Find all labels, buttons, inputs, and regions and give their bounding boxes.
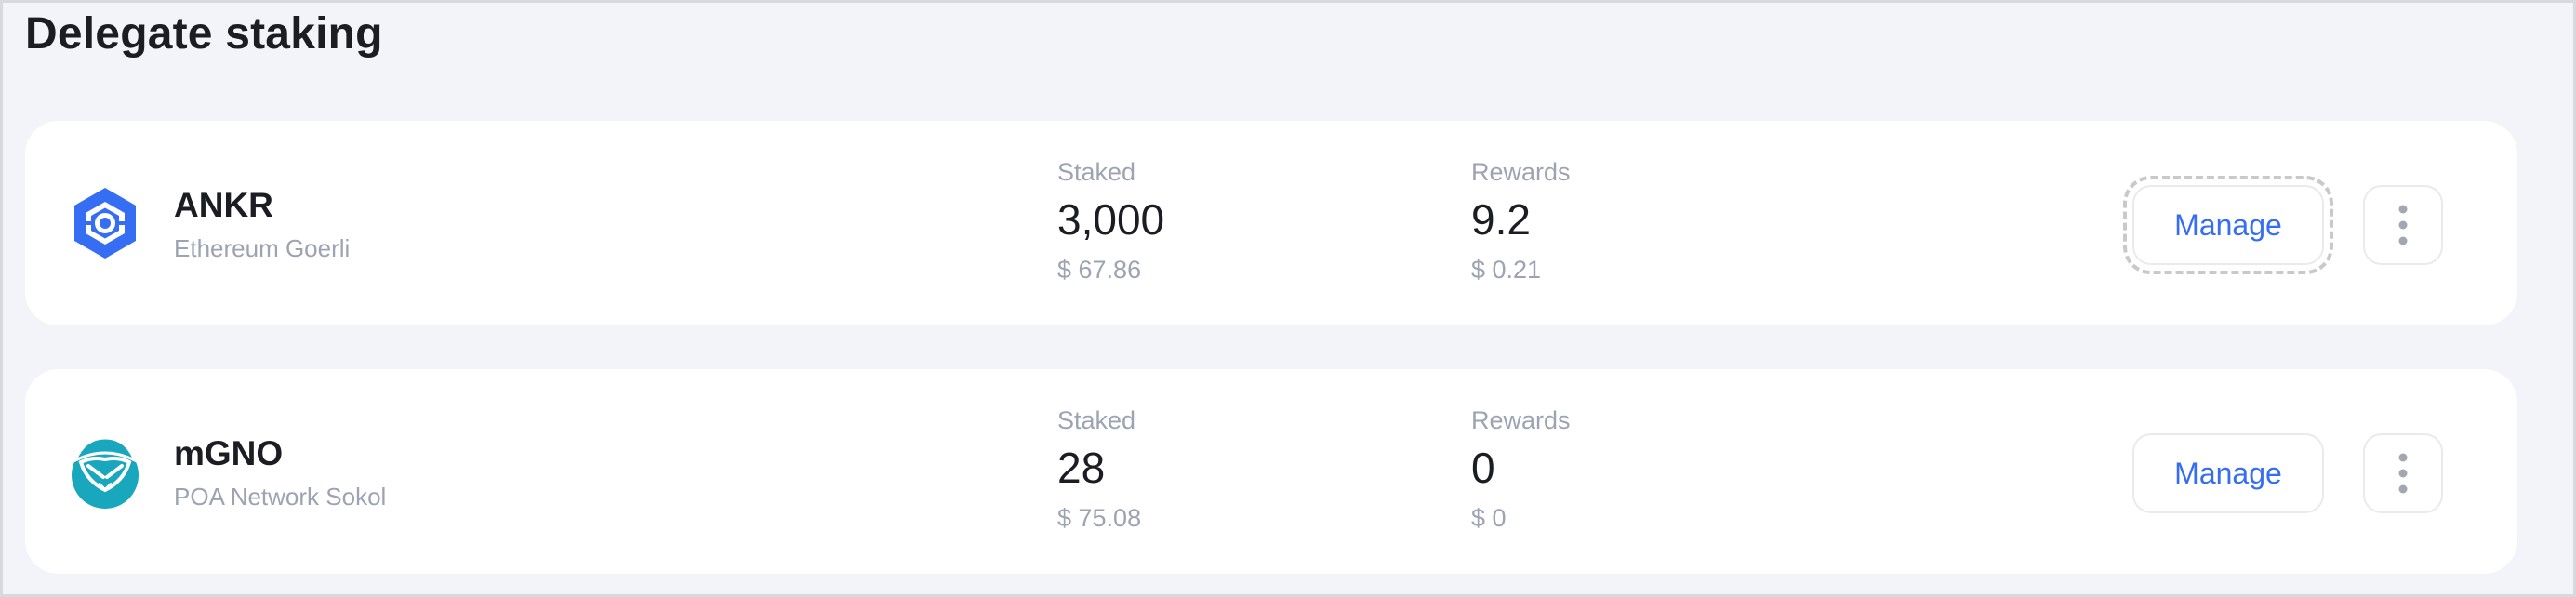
rewards-label: Rewards [1471, 406, 1571, 434]
rewards-usd: $ 0 [1471, 504, 1507, 532]
staked-value: 3,000 [1057, 195, 1165, 244]
staked-usd: $ 75.08 [1057, 504, 1142, 532]
manage-button[interactable]: Manage [2132, 433, 2324, 513]
rewards-value: 9.2 [1471, 195, 1531, 244]
token-name: ANKR [174, 186, 273, 224]
manage-button[interactable]: Manage [2123, 176, 2333, 274]
network-name: Ethereum Goerli [174, 234, 351, 262]
page-title: Delegate staking [25, 9, 383, 59]
mgno-logo-icon [72, 436, 139, 509]
ankr-logo-icon [74, 188, 136, 259]
staked-stat: Staked 3,000 $ 67.86 [1057, 160, 1164, 283]
rewards-value: 0 [1471, 444, 1495, 492]
network-name: POA Network Sokol [174, 483, 387, 511]
more-options-button[interactable] [2363, 433, 2443, 513]
more-options-button[interactable] [2363, 185, 2443, 265]
staked-value: 28 [1057, 444, 1106, 492]
token-name: mGNO [174, 434, 284, 472]
rewards-stat: Rewards 0 $ 0 [1471, 408, 1571, 531]
rewards-label: Rewards [1471, 158, 1571, 186]
rewards-usd: $ 0.21 [1471, 256, 1542, 284]
rewards-stat: Rewards 9.2 $ 0.21 [1471, 160, 1571, 283]
staked-usd: $ 67.86 [1057, 256, 1142, 284]
staked-label: Staked [1057, 158, 1136, 186]
staked-stat: Staked 28 $ 75.08 [1057, 408, 1141, 531]
vertical-dots-icon [2398, 205, 2408, 245]
vertical-dots-icon [2398, 453, 2408, 494]
stake-card-mgno: mGNO POA Network Sokol Staked 28 $ 75.08… [25, 369, 2517, 574]
staked-label: Staked [1057, 406, 1136, 434]
stake-card-ankr: ANKR Ethereum Goerli Staked 3,000 $ 67.8… [25, 121, 2517, 325]
